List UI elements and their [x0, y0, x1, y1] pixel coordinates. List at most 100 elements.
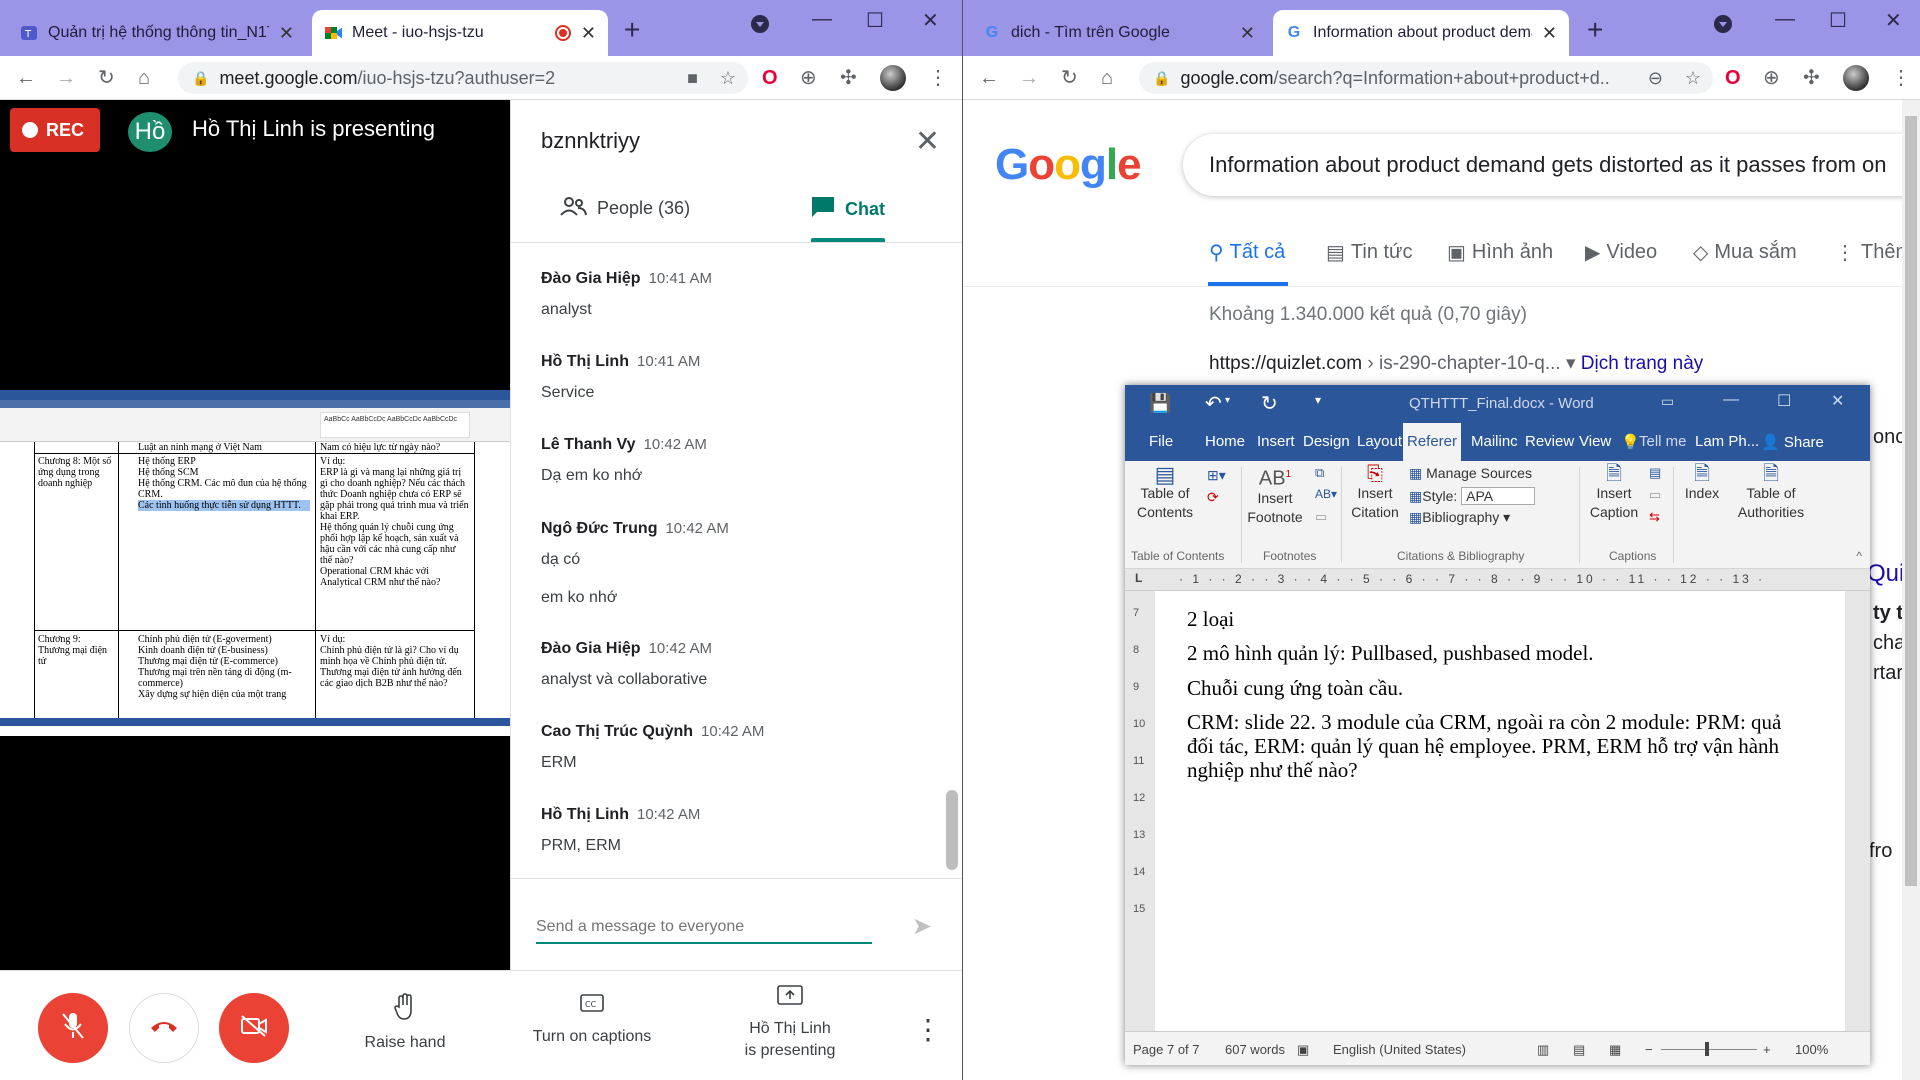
proofing-icon[interactable]: ▣ [1297, 1042, 1309, 1058]
zoom-slider-thumb[interactable] [1705, 1042, 1709, 1056]
menu-file[interactable]: File [1149, 433, 1173, 450]
zoom-slider[interactable] [1661, 1049, 1757, 1050]
back-icon[interactable]: ← [979, 66, 999, 90]
maximize-icon[interactable]: ☐ [1829, 8, 1847, 33]
address-bar[interactable]: 🔒 meet.google.com/iuo-hsjs-tzu?authuser=… [178, 62, 748, 94]
home-icon[interactable]: ⌂ [1101, 66, 1113, 90]
menu-insert[interactable]: Insert [1257, 433, 1295, 450]
page-count[interactable]: Page 7 of 7 [1133, 1042, 1200, 1057]
insert-table-figures-icon[interactable]: ▤ [1649, 465, 1661, 481]
language[interactable]: English (United States) [1333, 1042, 1466, 1057]
minimize-icon[interactable]: — [812, 8, 832, 31]
horizontal-ruler[interactable]: L · 1 · · 2 · · 3 · · 4 · · 5 · · 6 · · … [1125, 569, 1870, 591]
result-cite[interactable]: https://quizlet.com › is-290-chapter-10-… [1209, 352, 1703, 375]
tab-all[interactable]: ⚲ Tất cả [1209, 240, 1285, 265]
minimize-icon[interactable]: — [1723, 391, 1739, 409]
raise-hand-button[interactable]: Raise hand [355, 993, 455, 1052]
tab-google-dich[interactable]: G dich - Tìm trên Google ✕ [971, 10, 1267, 56]
camera-off-button[interactable] [219, 993, 289, 1063]
address-bar[interactable]: 🔒 google.com/search?q=Information+about+… [1139, 62, 1713, 94]
home-icon[interactable]: ⌂ [138, 66, 150, 90]
zoom-in-icon[interactable]: + [1763, 1042, 1771, 1057]
send-icon[interactable]: ➤ [912, 912, 932, 941]
index-button[interactable]: 🗎 Index [1677, 464, 1727, 503]
close-tab-icon[interactable]: ✕ [1542, 23, 1557, 44]
download-extension-icon[interactable]: ⊕ [800, 66, 817, 90]
read-mode-icon[interactable]: ▥ [1537, 1042, 1549, 1058]
maximize-icon[interactable]: ☐ [1777, 391, 1791, 411]
opera-extension-icon[interactable]: O [1725, 66, 1741, 90]
browser-menu-icon[interactable]: ⋮ [1891, 66, 1911, 90]
translate-link[interactable]: Dịch trang này [1581, 353, 1704, 374]
profile-avatar[interactable] [1843, 65, 1869, 91]
minimize-icon[interactable]: — [1775, 8, 1795, 31]
back-icon[interactable]: ← [16, 66, 36, 90]
browser-menu-icon[interactable]: ⋮ [928, 66, 948, 90]
chat-message-input[interactable] [536, 912, 872, 944]
close-tab-icon[interactable]: ✕ [1240, 23, 1255, 44]
show-notes-icon[interactable]: ▭ [1315, 509, 1327, 525]
insert-endnote-icon[interactable]: ⧉ [1315, 465, 1324, 481]
insert-footnote-button[interactable]: AB1 Insert Footnote [1245, 465, 1305, 527]
zoom-level[interactable]: 100% [1795, 1042, 1828, 1057]
profile-avatar[interactable] [880, 65, 906, 91]
close-window-icon[interactable]: ✕ [1831, 391, 1844, 411]
insert-caption-button[interactable]: 🗎 Insert Caption [1581, 464, 1647, 522]
table-of-authorities-button[interactable]: 🗎 Table of Authorities [1733, 464, 1809, 522]
update-table-figures-icon[interactable]: ▭ [1649, 487, 1661, 503]
page-scrollbar[interactable] [1902, 100, 1920, 1080]
extensions-puzzle-icon[interactable]: ✣ [1803, 66, 1820, 90]
forward-icon[interactable]: → [1019, 66, 1039, 90]
maximize-icon[interactable]: ☐ [866, 8, 884, 33]
close-panel-icon[interactable]: ✕ [915, 124, 940, 159]
tab-news[interactable]: ▤ Tin tức [1326, 240, 1412, 265]
tell-me-box[interactable]: Tell me [1639, 433, 1687, 450]
more-options-icon[interactable]: ⋮ [914, 1013, 942, 1046]
tab-video[interactable]: ▶ Video [1585, 240, 1657, 265]
camera-icon[interactable]: ■ [687, 68, 698, 89]
tab-selector-icon[interactable]: L [1135, 571, 1142, 585]
bookmark-star-icon[interactable]: ☆ [1685, 68, 1701, 89]
captions-button[interactable]: CC Turn on captions [522, 993, 662, 1046]
zoom-icon[interactable]: ⊖ [1648, 68, 1663, 89]
print-layout-icon[interactable]: ▤ [1573, 1042, 1585, 1058]
undo-dropdown-icon[interactable]: ▾ [1225, 395, 1230, 406]
style-select[interactable]: ▦Style: APA [1409, 487, 1536, 505]
menu-design[interactable]: Design [1303, 433, 1350, 450]
tab-shopping[interactable]: ◇ Mua sắm [1693, 240, 1797, 265]
menu-view[interactable]: View [1579, 433, 1611, 450]
dropdown-icon[interactable]: ▾ [1566, 353, 1576, 374]
document-page[interactable]: 2 loại 2 mô hình quản lý: Pullbased, pus… [1155, 591, 1845, 1031]
next-footnote-icon[interactable]: AB▾ [1315, 487, 1337, 501]
tab-search-icon[interactable] [1713, 14, 1733, 40]
scrollbar-thumb[interactable] [1905, 116, 1917, 886]
bookmark-star-icon[interactable]: ☆ [720, 68, 736, 89]
menu-mailings[interactable]: Mailinc [1471, 433, 1518, 450]
redo-icon[interactable]: ↻ [1261, 391, 1278, 416]
tab-meet[interactable]: Meet - iuo-hsjs-tzu ✕ [312, 10, 608, 56]
google-logo[interactable]: Google [995, 140, 1142, 190]
search-input[interactable]: Information about product demand gets di… [1183, 134, 1920, 196]
manage-sources-button[interactable]: ▦ Manage Sources [1409, 465, 1532, 482]
tab-google-search[interactable]: G Information about product dema ✕ [1273, 10, 1569, 56]
tab-images[interactable]: ▣ Hình ảnh [1447, 240, 1553, 265]
download-extension-icon[interactable]: ⊕ [1763, 66, 1780, 90]
zoom-out-icon[interactable]: − [1645, 1042, 1653, 1057]
quick-access-icon[interactable]: ▾ [1315, 393, 1321, 407]
insert-citation-button[interactable]: ⎘ Insert Citation [1345, 464, 1405, 522]
close-tab-icon[interactable]: ✕ [279, 23, 294, 44]
menu-layout[interactable]: Layout [1357, 433, 1402, 450]
menu-references[interactable]: Referer [1403, 423, 1462, 461]
menu-review[interactable]: Review [1525, 433, 1574, 450]
tab-more[interactable]: ⋮ Thêm [1835, 240, 1912, 265]
vertical-ruler[interactable]: 7 8 9 10 11 12 13 14 15 [1125, 591, 1151, 1031]
collapse-ribbon-icon[interactable]: ^ [1856, 549, 1862, 563]
reload-icon[interactable]: ↻ [98, 66, 115, 90]
presenting-button[interactable]: Hồ Thị Linh is presenting [720, 985, 860, 1062]
user-name[interactable]: Lam Ph... [1695, 433, 1759, 450]
update-table-icon[interactable]: ⟳ [1207, 489, 1219, 506]
tab-people[interactable]: People (36) [559, 196, 690, 221]
mic-off-button[interactable] [38, 993, 108, 1063]
word-count[interactable]: 607 words [1225, 1042, 1285, 1057]
close-window-icon[interactable]: ✕ [1885, 8, 1902, 33]
